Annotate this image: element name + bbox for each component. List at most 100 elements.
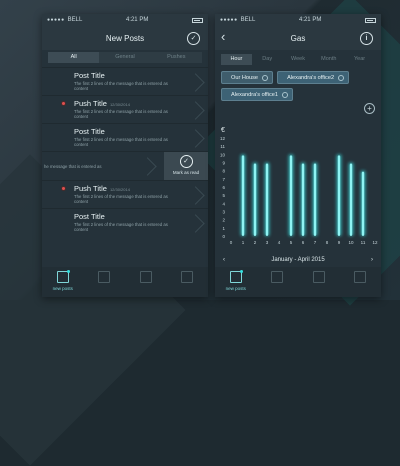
inbox-icon — [56, 270, 70, 283]
segment-general[interactable]: General — [99, 52, 151, 63]
y-tick-label: 11 — [220, 144, 225, 149]
info-icon[interactable]: i — [360, 32, 373, 45]
x-tick-label: 4 — [278, 240, 281, 245]
location-chips: Our House Alexandra's office2 Alexandra'… — [221, 71, 375, 101]
x-tick-label: 11 — [361, 240, 366, 245]
tab-3[interactable] — [298, 267, 340, 297]
x-tick-label: 10 — [348, 240, 354, 245]
item-time: 12/30/2014 — [109, 187, 130, 192]
add-location-icon[interactable]: + — [364, 103, 375, 114]
nav-bar: New Posts ✓ — [42, 26, 208, 50]
bar — [349, 163, 353, 236]
phone-gas: ●●●●● BELL 4:21 PM ‹ Gas i Hour Day Week… — [215, 14, 381, 297]
tab-2[interactable] — [257, 267, 299, 297]
carrier-label: BELL — [240, 17, 256, 23]
chip-location[interactable]: Alexandra's office1 — [221, 88, 293, 101]
x-tick-label: 3 — [266, 240, 269, 245]
item-body: The first 2 lines of the message that is… — [74, 81, 168, 91]
y-tick-label: 4 — [222, 201, 225, 206]
y-tick-label: 10 — [220, 152, 226, 157]
status-bar: ●●●●● BELL 4:21 PM — [42, 14, 208, 26]
tab-new-posts[interactable]: new posts — [42, 267, 84, 297]
clock: 4:21 PM — [125, 17, 149, 23]
inbox-icon — [229, 270, 243, 283]
item-title: Post Title — [74, 127, 178, 136]
mark-as-read-label: Mark as read — [172, 170, 200, 175]
phone-new-posts: ●●●●● BELL 4:21 PM New Posts ✓ All Gener… — [42, 14, 208, 297]
segment-control: All General Pushes — [48, 52, 202, 63]
item-body: The first 2 lines of the message that is… — [74, 222, 168, 232]
list-item[interactable]: Push Title 12/30/2014 The first 2 lines o… — [42, 180, 208, 208]
period-day[interactable]: Day — [252, 54, 283, 65]
y-tick-label: 2 — [222, 218, 225, 223]
tab-4[interactable] — [340, 267, 382, 297]
tab-bar: new posts — [215, 267, 381, 297]
item-title-text: Post Title — [74, 127, 105, 136]
tab-4[interactable] — [167, 267, 209, 297]
month-navigator: ‹ January - April 2015 › — [215, 254, 381, 266]
settings-icon — [181, 271, 194, 283]
x-tick-label: 8 — [326, 240, 329, 245]
month-label: January - April 2015 — [271, 257, 325, 263]
battery-icon — [192, 17, 203, 23]
status-bar: ●●●●● BELL 4:21 PM — [215, 14, 381, 26]
chevron-right-icon — [186, 73, 205, 92]
list-item[interactable]: Post Title The first 2 lines of the mess… — [42, 208, 208, 236]
tab-label: new posts — [225, 286, 246, 291]
x-tick-label: 9 — [338, 240, 341, 245]
bar — [313, 163, 317, 236]
swiped-list-item[interactable]: he message that is entered as ✓ Mark as … — [42, 151, 208, 180]
gas-usage-chart: €01234567891011120 1 2 3 4 5 6 7 8 9 10 11 12 — [220, 127, 378, 245]
x-tick-label: 7 — [314, 240, 317, 245]
segment-all[interactable]: All — [48, 52, 100, 63]
check-icon[interactable]: ✓ — [187, 32, 200, 45]
y-tick-label: 1 — [222, 226, 225, 231]
tab-2[interactable] — [84, 267, 126, 297]
bar — [253, 163, 257, 236]
chip-label: Alexandra's office1 — [231, 91, 278, 98]
unread-dot — [62, 187, 65, 190]
segment-pushes[interactable]: Pushes — [150, 52, 202, 63]
chip-location[interactable]: Our House — [221, 71, 274, 84]
chevron-right-icon — [138, 157, 157, 176]
back-icon[interactable]: ‹ — [221, 29, 225, 44]
period-month[interactable]: Month — [313, 54, 344, 65]
item-title: Post Title — [74, 212, 178, 221]
item-title-text: Post Title — [74, 212, 105, 221]
item-body: The first 2 lines of the message that is… — [74, 194, 168, 204]
x-tick-label: 5 — [290, 240, 293, 245]
carrier-label: BELL — [67, 17, 83, 23]
y-tick-label: 6 — [222, 185, 225, 190]
chip-label: Our House — [231, 74, 259, 81]
clock: 4:21 PM — [298, 17, 322, 23]
item-body: The first 2 lines of the message that is… — [74, 109, 168, 119]
y-tick-label: 8 — [222, 169, 225, 174]
item-title-text: Push Title — [74, 184, 107, 193]
list-item[interactable]: Post Title The first 2 lines of the mess… — [42, 123, 208, 151]
period-hour[interactable]: Hour — [221, 54, 252, 65]
tab-new-posts[interactable]: new posts — [215, 267, 257, 297]
calendar-icon — [98, 271, 111, 283]
radio-icon — [262, 74, 269, 81]
signal-icon: ●●●●● — [47, 17, 65, 23]
list-item[interactable]: Post Title The first 2 lines of the mess… — [42, 67, 208, 95]
page-title: Gas — [290, 33, 306, 43]
mark-as-read-button[interactable]: ✓ Mark as read — [164, 152, 208, 180]
bar — [301, 163, 305, 236]
calendar-icon — [271, 271, 284, 283]
radio-icon — [338, 74, 345, 81]
tab-3[interactable] — [125, 267, 167, 297]
swiped-item-text: he message that is entered as — [42, 152, 164, 180]
y-tick-label: 5 — [222, 193, 225, 198]
y-tick-label: 3 — [222, 210, 225, 215]
y-tick-label: 9 — [222, 161, 225, 166]
period-week[interactable]: Week — [283, 54, 314, 65]
swiped-item-body: he message that is entered as — [44, 164, 102, 169]
y-axis-label: € — [221, 127, 225, 134]
chip-location[interactable]: Alexandra's office2 — [277, 71, 350, 84]
list-item[interactable]: Push Title 12/30/2014 The first 2 lines o… — [42, 95, 208, 123]
chevron-right-icon[interactable]: › — [371, 257, 373, 263]
period-year[interactable]: Year — [344, 54, 375, 65]
chevron-left-icon[interactable]: ‹ — [223, 257, 225, 263]
tab-bar: new posts — [42, 267, 208, 297]
